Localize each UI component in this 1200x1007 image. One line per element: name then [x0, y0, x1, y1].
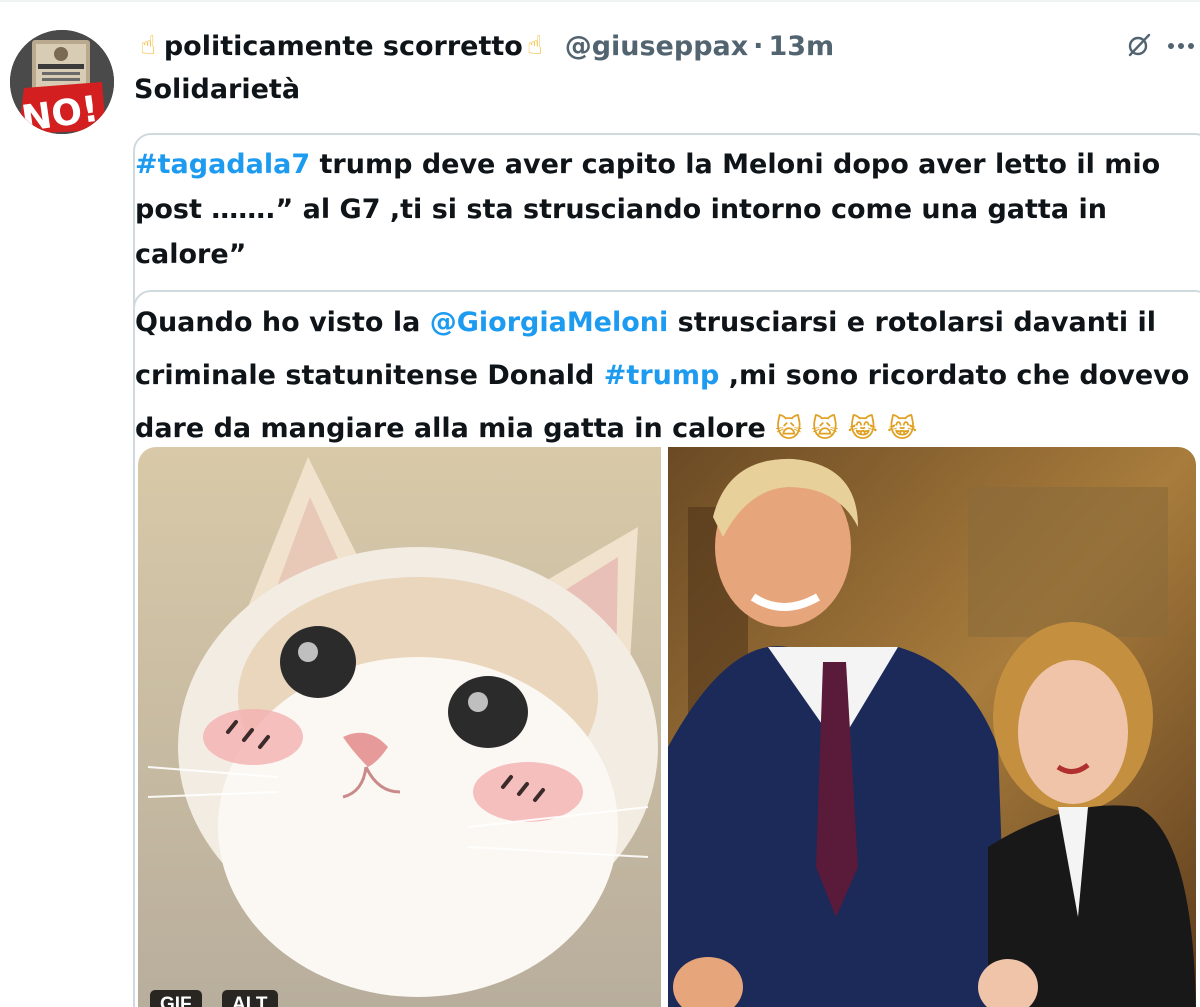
more-options-icon[interactable]	[1166, 36, 1196, 56]
tweet-text: Solidarietà	[134, 74, 301, 105]
quoted-tweet-inner-text: Quando ho visto la @GiorgiaMeloni strusc…	[135, 296, 1195, 456]
avatar-costituzione-icon: NO!	[10, 30, 114, 134]
finger-emoji-left: ☝	[140, 31, 156, 61]
timestamp[interactable]: 13m	[768, 31, 834, 62]
user-handle[interactable]: @giuseppax	[565, 31, 748, 62]
avatar[interactable]: NO!	[10, 30, 114, 134]
grok-icon[interactable]	[1124, 30, 1154, 60]
cat-emojis: 🙀 🙀 😹 😹	[775, 414, 918, 444]
separator-dot: ·	[753, 30, 764, 62]
alt-badge[interactable]: ALT	[222, 990, 278, 1007]
media-photo[interactable]	[668, 447, 1196, 1007]
top-divider	[0, 0, 1200, 2]
photo-image	[668, 447, 1196, 1007]
finger-emoji-right: ☝	[526, 31, 543, 61]
display-name[interactable]: politicamente scorretto	[164, 31, 523, 62]
inner-text-part1: Quando ho visto la	[135, 307, 430, 338]
media-kitten-gif[interactable]	[138, 447, 661, 1007]
quoted-tweet-outer-text: #tagadala7 trump deve aver capito la Mel…	[135, 142, 1195, 277]
kitten-image	[138, 447, 661, 1007]
hashtag-link[interactable]: #tagadala7	[135, 149, 310, 180]
hashtag-trump-link[interactable]: #trump	[604, 360, 720, 391]
mention-link[interactable]: @GiorgiaMeloni	[430, 307, 669, 338]
tweet-header: ☝ politicamente scorretto ☝ @giuseppax ·…	[140, 24, 834, 68]
gif-badge: GIF	[150, 990, 202, 1007]
